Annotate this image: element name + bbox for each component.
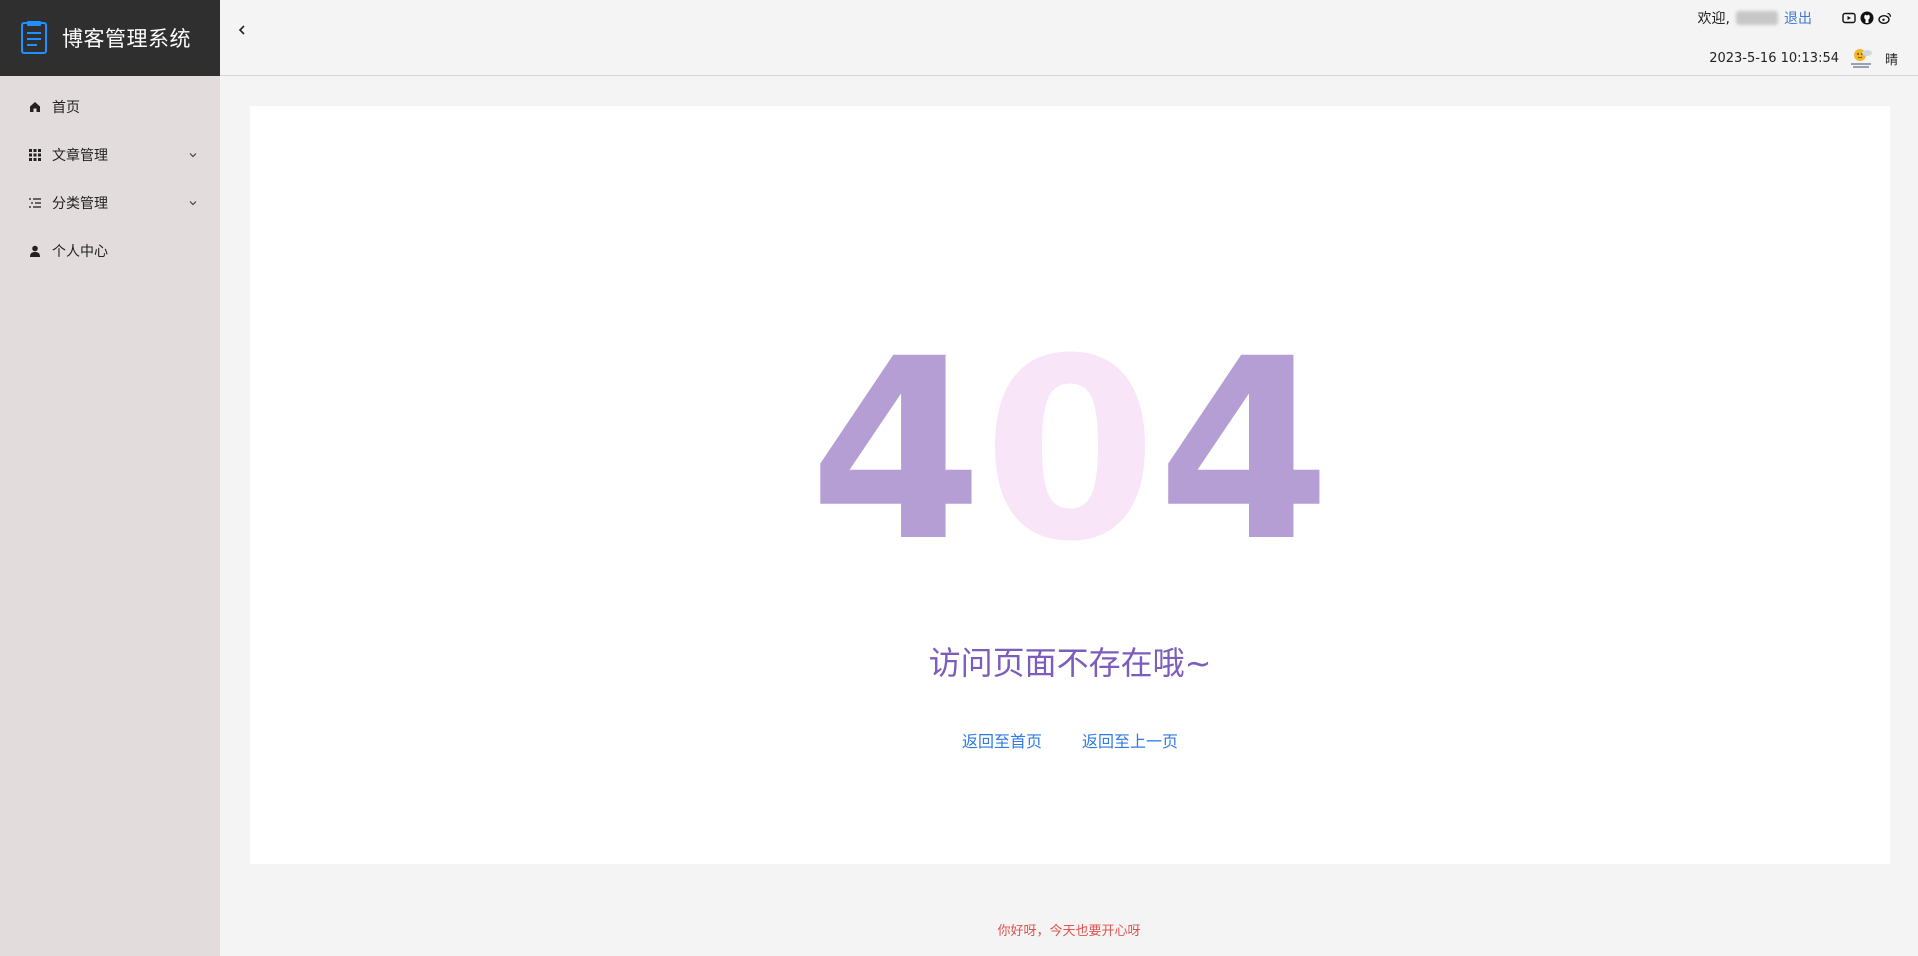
- brand[interactable]: 博客管理系统: [0, 0, 220, 76]
- app-title: 博客管理系统: [62, 27, 191, 51]
- weather-icon: [1849, 46, 1875, 70]
- document-icon: [20, 21, 48, 55]
- sidebar-menu: 首页 文章管理 分类管理 个人中心: [0, 84, 220, 274]
- back-to-previous-link[interactable]: 返回至上一页: [1082, 728, 1178, 752]
- error-links: 返回至首页 返回至上一页: [250, 728, 1890, 752]
- sidebar: 博客管理系统 首页 文章管理 分类管理 个人中心: [0, 0, 220, 956]
- grid-icon: [28, 148, 42, 162]
- sidebar-item-profile[interactable]: 个人中心: [0, 228, 220, 274]
- welcome-text: 欢迎,: [1697, 11, 1730, 27]
- error-card: 4 0 4 访问页面不存在哦~ 返回至首页 返回至上一页: [250, 106, 1890, 864]
- username-blurred: [1736, 11, 1778, 25]
- status-area: 2023-5-16 10:13:54 晴: [1709, 46, 1898, 70]
- sidebar-item-categories[interactable]: 分类管理: [0, 180, 220, 226]
- back-to-home-link[interactable]: 返回至首页: [962, 728, 1042, 752]
- top-header: 欢迎, 退出 2023-5-16 10:13:54 晴: [220, 0, 1918, 76]
- social-links: [1842, 11, 1892, 25]
- home-icon: [28, 100, 42, 114]
- footer-greeting: 你好呀，今天也要开心呀: [997, 924, 1141, 939]
- error-digit: 0: [983, 305, 1157, 596]
- sidebar-item-label: 分类管理: [52, 196, 108, 212]
- user-icon: [28, 244, 42, 258]
- list-icon: [28, 196, 42, 210]
- error-code: 4 0 4: [250, 326, 1890, 576]
- weibo-icon[interactable]: [1878, 11, 1892, 25]
- user-area: 欢迎, 退出: [1698, 8, 1892, 28]
- sidebar-item-articles[interactable]: 文章管理: [0, 132, 220, 178]
- sidebar-item-home[interactable]: 首页: [0, 84, 220, 130]
- weather-text: 晴: [1884, 52, 1898, 68]
- sidebar-item-label: 文章管理: [52, 148, 108, 164]
- chevron-down-icon: [188, 150, 198, 160]
- error-digit: 4: [809, 305, 984, 596]
- video-icon[interactable]: [1842, 11, 1856, 25]
- sidebar-item-label: 个人中心: [52, 244, 108, 260]
- chevron-down-icon: [188, 198, 198, 208]
- collapse-sidebar-icon[interactable]: [234, 22, 250, 38]
- datetime: 2023-5-16 10:13:54: [1709, 50, 1839, 66]
- github-icon[interactable]: [1860, 11, 1874, 25]
- error-digit: 4: [1156, 305, 1331, 596]
- sidebar-item-label: 首页: [52, 100, 80, 116]
- logout-link[interactable]: 退出: [1784, 8, 1812, 28]
- error-message: 访问页面不存在哦~: [928, 644, 1212, 682]
